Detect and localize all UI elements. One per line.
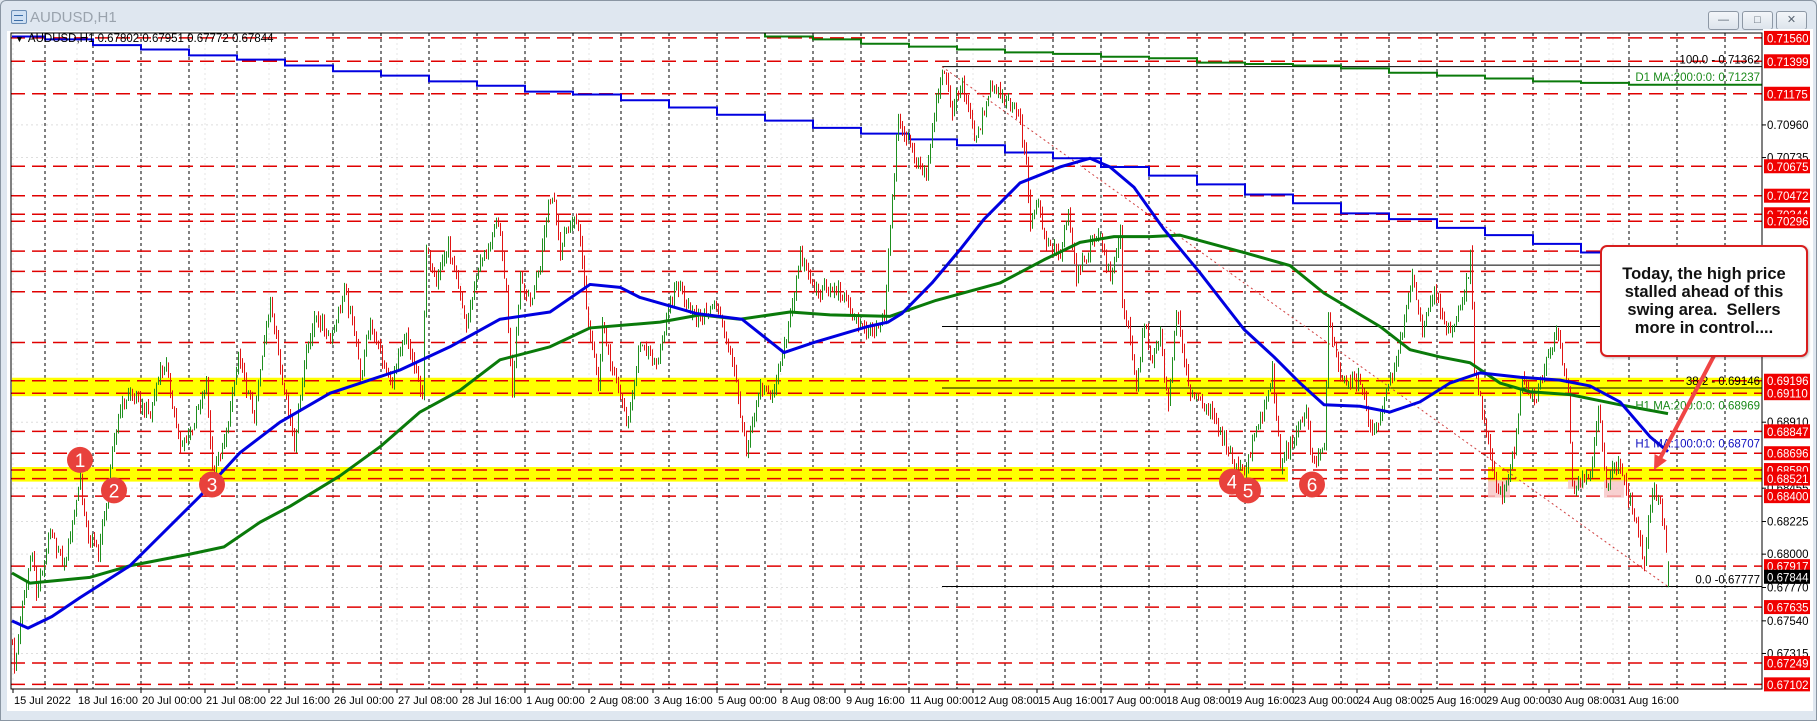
time-axis-label: 15 Aug 16:00 [1038,695,1103,707]
level-price-label: 0.71560 [1767,33,1809,45]
time-axis-label: 17 Aug 00:00 [1102,695,1167,707]
level-price-label: 0.69110 [1767,389,1808,401]
daily-moving-averages [12,33,1762,254]
fib-level-label: 100.0 - 0.71362 [1679,55,1760,67]
time-axis-label: 19 Aug 16:00 [1230,695,1295,707]
price-axis-label: 0.68225 [1767,517,1809,529]
time-axis-label: 20 Jul 00:00 [142,695,202,707]
time-axis-label: 15 Jul 2022 [14,695,71,707]
time-axis-label: 22 Jul 16:00 [270,695,330,707]
marker-number: 1 [75,451,86,472]
level-price-label: 0.71175 [1767,89,1808,101]
time-axis-label: 3 Aug 16:00 [654,695,713,707]
level-price-label: 0.70296 [1767,217,1809,229]
swing-marker-1: 1 [67,446,93,473]
swing-marker-5: 5 [1235,477,1261,504]
time-axis-label: 27 Jul 08:00 [398,695,458,707]
marker-number: 2 [109,481,120,502]
time-axis-label: 30 Aug 08:00 [1550,695,1615,707]
annotation-callout: Today, the high price stalled ahead of t… [1600,245,1808,357]
price-axis-label: 0.70960 [1767,120,1809,132]
time-axis-label: 26 Jul 00:00 [334,695,394,707]
level-price-label: 0.67249 [1767,659,1809,671]
time-axis-label: 12 Aug 08:00 [974,695,1039,707]
price-axis-label: 0.67770 [1767,582,1809,594]
price-axis-label: 0.67540 [1767,616,1809,628]
time-axis-label: 29 Aug 00:00 [1486,695,1551,707]
time-axis-label: 9 Aug 16:00 [846,695,905,707]
header-low: 0.67772 [187,33,229,45]
current-price-label: 0.67844 [1767,572,1809,584]
level-price-label: 0.70472 [1767,191,1809,203]
price-chart[interactable]: D1 MA:200:0:0: 0.71237 H1 MA:200:0:0: 0.6… [0,0,1817,721]
marker-number: 5 [1243,481,1254,502]
marker-number: 3 [207,476,218,497]
annotation-text: Today, the high price stalled ahead of t… [1622,265,1791,337]
header-close: 0.67844 [231,33,274,45]
dropdown-triangle-icon[interactable]: ▼ [15,34,24,44]
level-price-label: 0.68847 [1767,427,1809,439]
level-price-label: 0.71399 [1767,57,1809,69]
level-price-label: 0.68521 [1767,474,1809,486]
time-axis-label: 18 Jul 16:00 [78,695,138,707]
time-axis-label: 31 Aug 16:00 [1614,695,1679,707]
swing-marker-2: 2 [101,477,127,504]
marker-number: 6 [1307,476,1318,497]
price-bars [12,69,1669,674]
d1-ma200-label: D1 MA:200:0:0: 0.71237 [1635,72,1760,84]
time-axis-label: 5 Aug 00:00 [718,695,777,707]
time-axis-label: 2 Aug 08:00 [590,695,649,707]
h1-ma100-label: H1 MA:100:0:0: 0.68707 [1635,439,1760,451]
swing-marker-6: 6 [1299,471,1325,498]
time-axis-label: 1 Aug 00:00 [526,695,585,707]
time-axis-label: 25 Aug 16:00 [1422,695,1487,707]
fib-level-label: 0.0 -0.67777 [1695,574,1760,586]
swing-marker-3: 3 [199,471,225,498]
chart-header: ▼ AUDUSD,H1 0.67802 0.67951 0.67772 0.678… [15,33,274,45]
plot-frame [10,32,1763,690]
time-axis-label: 8 Aug 08:00 [782,695,841,707]
header-symbol: AUDUSD,H1 [27,33,95,45]
price-axis[interactable]: 0.709600.707350.689100.684550.682250.680… [1762,29,1813,693]
header-open: 0.67802 [97,33,140,45]
time-axis-label: 18 Aug 08:00 [1166,695,1231,707]
h1-ma200-label: H1 MA:200:0:0: 0.68969 [1635,401,1760,413]
time-axis[interactable]: 15 Jul 2022 18 Jul 16:00 20 Jul 00:00 21 Ju… [12,689,1679,707]
level-price-label: 0.70675 [1767,162,1809,174]
level-price-label: 0.67102 [1767,680,1809,692]
time-axis-label: 21 Jul 08:00 [206,695,266,707]
time-axis-label: 24 Aug 08:00 [1358,695,1423,707]
level-price-label: 0.67635 [1767,603,1809,615]
time-axis-label: 23 Aug 00:00 [1294,695,1359,707]
time-axis-label: 11 Aug 00:00 [910,695,974,707]
level-price-label: 0.68400 [1767,492,1809,504]
level-price-label: 0.68696 [1767,449,1809,461]
time-axis-label: 28 Jul 16:00 [462,695,522,707]
header-high: 0.67951 [142,33,184,45]
grid [11,33,1762,689]
